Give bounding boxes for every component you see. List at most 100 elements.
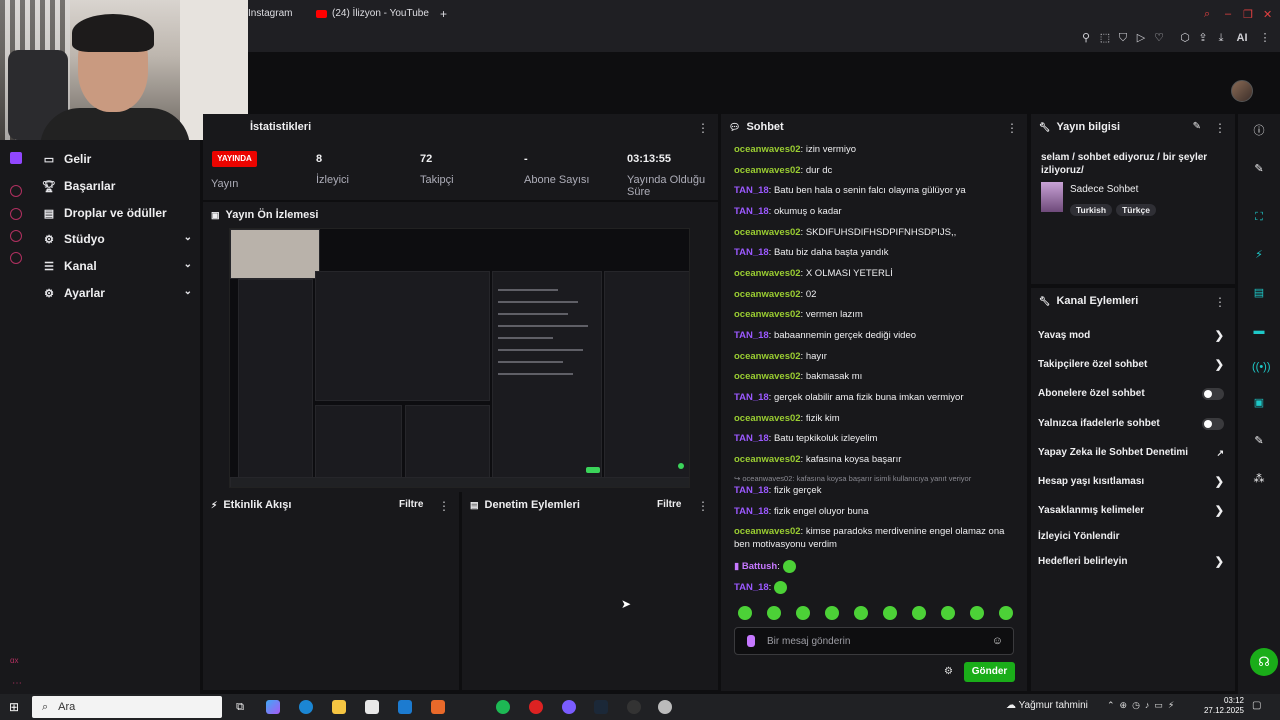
chat-icon[interactable] [10, 230, 22, 242]
chat-message[interactable]: oceanwaves02: hayır [734, 350, 1018, 363]
extensions-icon[interactable]: ⬡ [1178, 31, 1192, 45]
chat-message[interactable]: oceanwaves02: 02 [734, 288, 1018, 301]
avatar[interactable] [1231, 80, 1253, 102]
search-icon[interactable]: ⌕ [1204, 8, 1210, 21]
app-icon[interactable] [431, 700, 445, 714]
chat-message[interactable]: TAN_18: [734, 581, 1018, 594]
chat-username[interactable]: TAN_18 [734, 206, 769, 217]
chat-message[interactable]: TAN_18: Batu biz daha başta yandık [734, 246, 1018, 259]
chat-username[interactable]: oceanwaves02 [734, 268, 801, 279]
pencil-icon[interactable]: ✎ [1252, 162, 1266, 176]
shield-icon[interactable]: ⛉ [1116, 31, 1130, 45]
minimize-icon[interactable]: – [1225, 8, 1231, 20]
screenshot-icon[interactable]: ⬚ [1098, 31, 1112, 45]
channel-action-item[interactable]: Hedefleri belirleyin ❯ [1038, 554, 1228, 570]
obs-icon[interactable] [627, 700, 641, 714]
app-icon[interactable] [658, 700, 672, 714]
tab-youtube[interactable]: (24) İlizyon - YouTube [316, 6, 429, 22]
channel-action-item[interactable]: Yavaş mod ❯ [1038, 328, 1228, 344]
taskbar-search[interactable]: ⌕ Ara [32, 696, 222, 718]
chat-message[interactable]: TAN_18: gerçek olabilir ama fizik buna i… [734, 391, 1018, 404]
activity-filter-button[interactable]: Filtre [399, 499, 423, 510]
twitch-icon[interactable] [10, 152, 22, 164]
edit-icon[interactable]: ✎ [1193, 121, 1201, 132]
chat-username[interactable]: TAN_18 [734, 330, 769, 341]
more-options-icon[interactable]: ⋮ [1214, 295, 1226, 309]
copilot-icon[interactable] [266, 700, 280, 714]
help-icon[interactable]: ☊ [1250, 648, 1278, 676]
emote-icon[interactable] [796, 606, 810, 620]
download-icon[interactable]: ⤓ [1214, 31, 1228, 45]
chat-username[interactable]: TAN_18 [734, 506, 769, 517]
store-icon[interactable] [365, 700, 379, 714]
more-options-icon[interactable]: ⋮ [1006, 121, 1018, 135]
chat-message[interactable]: ▮ Battush: [734, 560, 1018, 573]
channel-action-item[interactable]: Hesap yaşı kısıtlaması ❯ [1038, 474, 1228, 490]
clip-icon[interactable]: ⛶ [1252, 210, 1266, 224]
chat-message[interactable]: oceanwaves02: kafasına koysa başarır [734, 453, 1018, 466]
tray-icons[interactable]: ⌃⊕◷♪▭⚡︎ [1107, 700, 1179, 711]
chat-message[interactable]: oceanwaves02: bakmasak mı [734, 370, 1018, 383]
chat-username[interactable]: TAN_18 [734, 582, 769, 593]
opera-icon[interactable] [529, 700, 543, 714]
chat-username[interactable]: oceanwaves02 [734, 413, 801, 424]
moderation-filter-button[interactable]: Filtre [657, 499, 681, 510]
chat-username[interactable]: oceanwaves02 [734, 227, 801, 238]
chat-username[interactable]: TAN_18 [734, 433, 769, 444]
chat-message[interactable]: TAN_18: fizik engel oluyor buna [734, 505, 1018, 518]
chat-username[interactable]: Battush [742, 561, 777, 572]
channel-action-item[interactable]: Yalnızca ifadelerle sohbet [1038, 416, 1228, 432]
windows-start-icon[interactable]: ⊞ [9, 700, 19, 714]
chat-icon[interactable]: ▬ [1252, 324, 1266, 338]
nav-item-droplar[interactable]: ▤ Droplar ve ödüller [42, 203, 192, 223]
chat-input[interactable]: Bir mesaj gönderin ☺ [734, 627, 1014, 655]
chat-username[interactable]: TAN_18 [734, 392, 769, 403]
nav-item-gelir[interactable]: ▭ Gelir [42, 149, 192, 169]
bolt-icon[interactable]: ⚡︎ [1252, 248, 1266, 262]
chat-message[interactable]: oceanwaves02: fizik kim [734, 412, 1018, 425]
chat-message[interactable]: TAN_18: babaannemin gerçek dediği video [734, 329, 1018, 342]
new-tab-button[interactable]: + [440, 6, 447, 22]
emote-icon[interactable] [970, 606, 984, 620]
more-options-icon[interactable]: ⋮ [697, 499, 709, 513]
clock[interactable]: 03:12 27.12.2025 [1200, 696, 1244, 716]
nav-item-basarilar[interactable]: 🏆︎ Başarılar [42, 176, 192, 196]
nav-item-kanal[interactable]: ☰ Kanal ⌄ [42, 256, 192, 276]
channel-action-item[interactable]: Abonelere özel sohbet [1038, 386, 1228, 402]
toggle-switch[interactable] [1202, 388, 1224, 400]
chat-message[interactable]: TAN_18: fizik gerçek [734, 484, 1018, 497]
emote-icon[interactable] [912, 606, 926, 620]
info-icon[interactable]: ⓘ [1252, 124, 1266, 138]
maximize-icon[interactable]: ❐ [1243, 8, 1253, 21]
emote-icon[interactable] [999, 606, 1013, 620]
more-icon[interactable]: ⋯ [12, 678, 22, 689]
chat-message[interactable]: oceanwaves02: vermen lazım [734, 308, 1018, 321]
more-options-icon[interactable]: ⋮ [1214, 121, 1226, 135]
stream-preview[interactable] [229, 228, 690, 488]
weather-widget[interactable]: ☁ Yağmur tahmini [1006, 700, 1088, 711]
share-icon[interactable]: ⁂ [1252, 472, 1266, 486]
settings-icon[interactable] [10, 252, 22, 264]
notifications-icon[interactable]: ▢ [1252, 700, 1261, 711]
circle-icon[interactable] [10, 185, 22, 197]
note-icon[interactable]: ▤ [1252, 286, 1266, 300]
tag[interactable]: Türkçe [1116, 204, 1156, 216]
emote-icon[interactable] [738, 606, 752, 620]
close-icon[interactable]: ✕ [1263, 8, 1272, 21]
chat-message[interactable]: oceanwaves02: SKDIFUHSDIFHSDPIFNHSDPIJS,… [734, 226, 1018, 239]
chat-username[interactable]: oceanwaves02 [734, 371, 801, 382]
emote-icon[interactable] [883, 606, 897, 620]
chat-message[interactable]: TAN_18: Batu tepkikoluk izleyelim [734, 432, 1018, 445]
chat-username[interactable]: oceanwaves02 [734, 454, 801, 465]
chat-username[interactable]: oceanwaves02 [734, 289, 801, 300]
nav-item-studyo[interactable]: ⚙ Stüdyo ⌄ [42, 229, 192, 249]
tab-instagram[interactable]: Instagram [248, 6, 292, 22]
channel-action-item[interactable]: Yapay Zeka ile Sohbet Denetimi ↗ [1038, 445, 1228, 461]
chat-username[interactable]: oceanwaves02 [734, 526, 801, 537]
chat-username[interactable]: TAN_18 [734, 247, 769, 258]
play-icon[interactable]: ▷ [1134, 31, 1148, 45]
more-options-icon[interactable]: ⋮ [697, 121, 709, 135]
emote-icon[interactable] [825, 606, 839, 620]
chat-message[interactable]: oceanwaves02: kimse paradoks merdivenine… [734, 525, 1018, 551]
channel-action-item[interactable]: Takipçilere özel sohbet ❯ [1038, 357, 1228, 373]
